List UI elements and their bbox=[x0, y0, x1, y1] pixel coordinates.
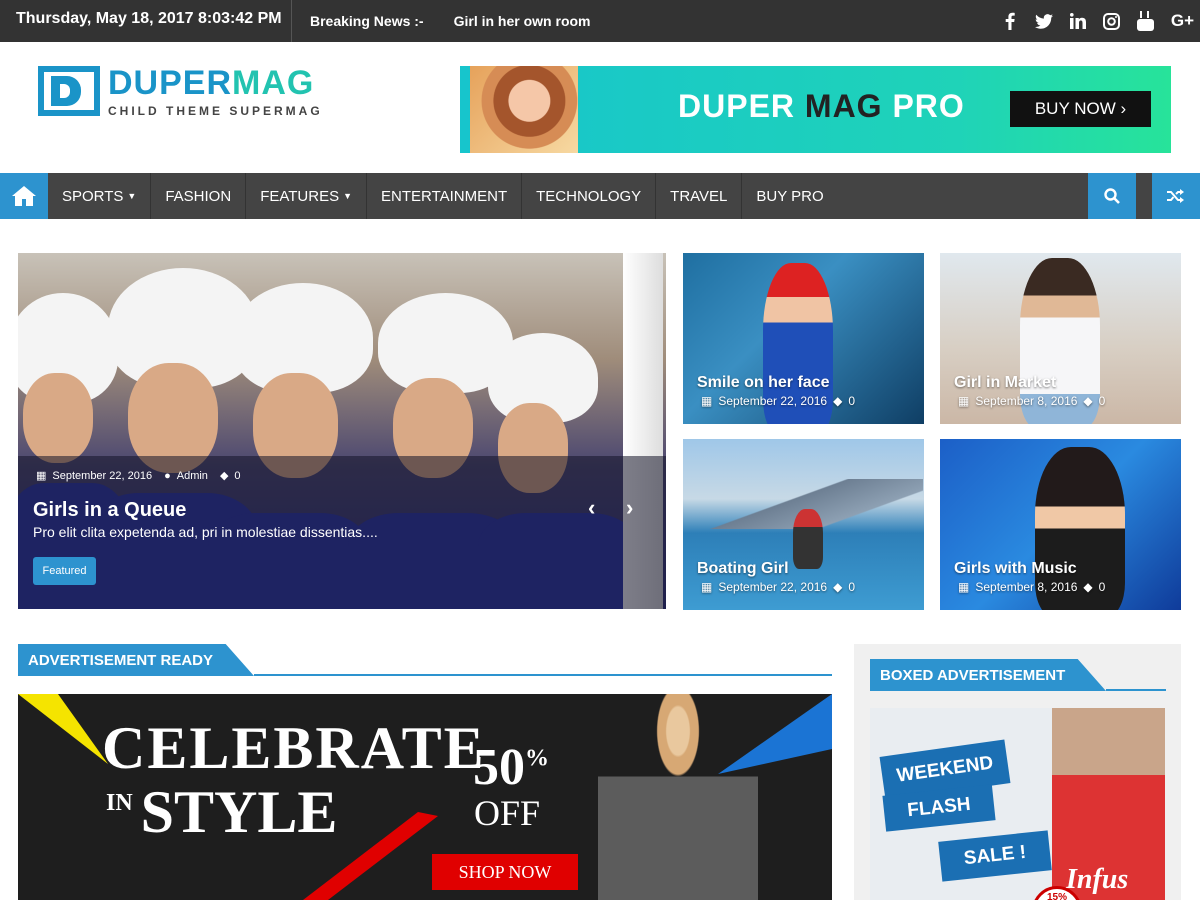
slide-meta: ▦ September 22, 2016 ● Admin ◆ 0 bbox=[36, 469, 241, 483]
twitter-icon[interactable] bbox=[1034, 13, 1053, 29]
calendar-icon: ▦ bbox=[701, 580, 713, 594]
post-tile[interactable]: Smile on her face ▦ September 22, 2016 ◆ 0 bbox=[683, 253, 924, 424]
google-plus-icon[interactable]: G+ bbox=[1171, 11, 1194, 31]
breaking-news-link[interactable]: Girl in her own room bbox=[454, 13, 591, 29]
ad-model-image bbox=[598, 694, 758, 900]
post-title[interactable]: Smile on her face bbox=[697, 374, 830, 392]
logo-d-icon bbox=[38, 66, 100, 116]
post-title[interactable]: Boating Girl bbox=[697, 560, 789, 578]
slider-next-button[interactable]: › bbox=[626, 495, 633, 521]
facebook-icon[interactable] bbox=[1001, 12, 1019, 30]
top-bar: Thursday, May 18, 2017 8:03:42 PM Breaki… bbox=[0, 0, 1200, 42]
slider-prev-button[interactable]: ‹ bbox=[588, 495, 595, 521]
buy-now-button[interactable]: BUY NOW › bbox=[1010, 91, 1151, 127]
caret-down-icon: ▼ bbox=[343, 191, 353, 201]
social-links: G+ bbox=[1001, 0, 1194, 42]
search-icon bbox=[1104, 188, 1120, 204]
home-icon bbox=[12, 186, 36, 206]
featured-slider[interactable]: ▦ September 22, 2016 ● Admin ◆ 0 Girls in a… bbox=[18, 253, 666, 609]
header-banner-ad[interactable]: DUPER MAG PRO BUY NOW › bbox=[460, 66, 1171, 153]
boxed-advertisement[interactable]: WEEKEND FLASH SALE ! Infus 15% bbox=[870, 708, 1165, 900]
user-icon: ● bbox=[164, 469, 171, 482]
ad-sale-ribbon: SALE ! bbox=[938, 830, 1052, 882]
calendar-icon: ▦ bbox=[701, 394, 713, 408]
calendar-icon: ▦ bbox=[958, 394, 970, 408]
section-heading-boxed-ad: BOXED ADVERTISEMENT bbox=[870, 659, 1166, 691]
youtube-icon[interactable] bbox=[1137, 11, 1155, 31]
comment-icon: ◆ bbox=[1083, 580, 1093, 594]
linkedin-icon[interactable] bbox=[1069, 13, 1087, 29]
slide-excerpt: Pro elit clita expetenda ad, pri in mole… bbox=[33, 524, 378, 540]
post-meta: ▦ September 22, 2016 ◆ 0 bbox=[701, 580, 856, 594]
shop-now-button[interactable]: SHOP NOW bbox=[432, 854, 578, 890]
banner-model-image bbox=[470, 66, 578, 153]
post-title[interactable]: Girl in Market bbox=[954, 374, 1056, 392]
banner-title: DUPER MAG PRO bbox=[678, 88, 965, 124]
post-meta: ▦ September 22, 2016 ◆ 0 bbox=[701, 394, 856, 408]
breaking-news-label: Breaking News :- bbox=[310, 13, 424, 29]
post-title[interactable]: Girls with Music bbox=[954, 560, 1077, 578]
search-button[interactable] bbox=[1088, 173, 1136, 219]
random-post-button[interactable] bbox=[1152, 173, 1200, 219]
ad-headline: CELEBRATE bbox=[102, 715, 486, 781]
slide-title[interactable]: Girls in a Queue bbox=[33, 499, 186, 522]
date-time: Thursday, May 18, 2017 8:03:42 PM bbox=[0, 0, 292, 42]
featured-badge[interactable]: Featured bbox=[33, 557, 96, 585]
post-tile[interactable]: Girl in Market ▦ September 8, 2016 ◆ 0 bbox=[940, 253, 1181, 424]
comment-icon: ◆ bbox=[833, 580, 843, 594]
post-meta: ▦ September 8, 2016 ◆ 0 bbox=[958, 580, 1106, 594]
ad-shirt-text: Infus bbox=[1066, 864, 1129, 895]
post-tile[interactable]: Boating Girl ▦ September 22, 2016 ◆ 0 bbox=[683, 439, 924, 610]
ad-off-text: OFF bbox=[474, 793, 541, 833]
post-meta: ▦ September 8, 2016 ◆ 0 bbox=[958, 394, 1106, 408]
section-heading-ad-ready: ADVERTISEMENT READY bbox=[18, 644, 832, 676]
comment-icon: ◆ bbox=[833, 394, 843, 408]
shuffle-icon bbox=[1167, 189, 1184, 203]
nav-item-travel[interactable]: TRAVEL bbox=[656, 173, 743, 219]
advertisement-banner[interactable]: CELEBRATE IN STYLE 50% OFF SHOP NOW bbox=[18, 694, 832, 900]
site-tagline: CHILD THEME SUPERMAG bbox=[108, 104, 323, 118]
home-button[interactable] bbox=[0, 173, 48, 219]
nav-item-buy-pro[interactable]: BUY PRO bbox=[742, 173, 837, 219]
calendar-icon: ▦ bbox=[958, 580, 970, 594]
site-title: DUPERMAG bbox=[108, 64, 315, 102]
ad-subheadline: IN STYLE bbox=[106, 779, 338, 845]
site-logo[interactable]: DUPERMAG CHILD THEME SUPERMAG bbox=[38, 66, 323, 118]
nav-item-fashion[interactable]: FASHION bbox=[151, 173, 247, 219]
comment-icon: ◆ bbox=[219, 470, 229, 482]
nav-item-sports[interactable]: SPORTS ▼ bbox=[48, 173, 152, 219]
caret-down-icon: ▼ bbox=[127, 191, 137, 201]
main-nav: SPORTS ▼ FASHION FEATURES ▼ ENTERTAINMENT … bbox=[0, 173, 1200, 219]
calendar-icon: ▦ bbox=[36, 470, 47, 482]
instagram-icon[interactable] bbox=[1103, 12, 1121, 30]
post-tile[interactable]: Girls with Music ▦ September 8, 2016 ◆ 0 bbox=[940, 439, 1181, 610]
nav-item-features[interactable]: FEATURES ▼ bbox=[246, 173, 368, 219]
nav-item-entertainment[interactable]: ENTERTAINMENT bbox=[367, 173, 523, 219]
nav-item-technology[interactable]: TECHNOLOGY bbox=[522, 173, 657, 219]
comment-icon: ◆ bbox=[1083, 394, 1093, 408]
ad-discount: 50% bbox=[473, 739, 549, 796]
